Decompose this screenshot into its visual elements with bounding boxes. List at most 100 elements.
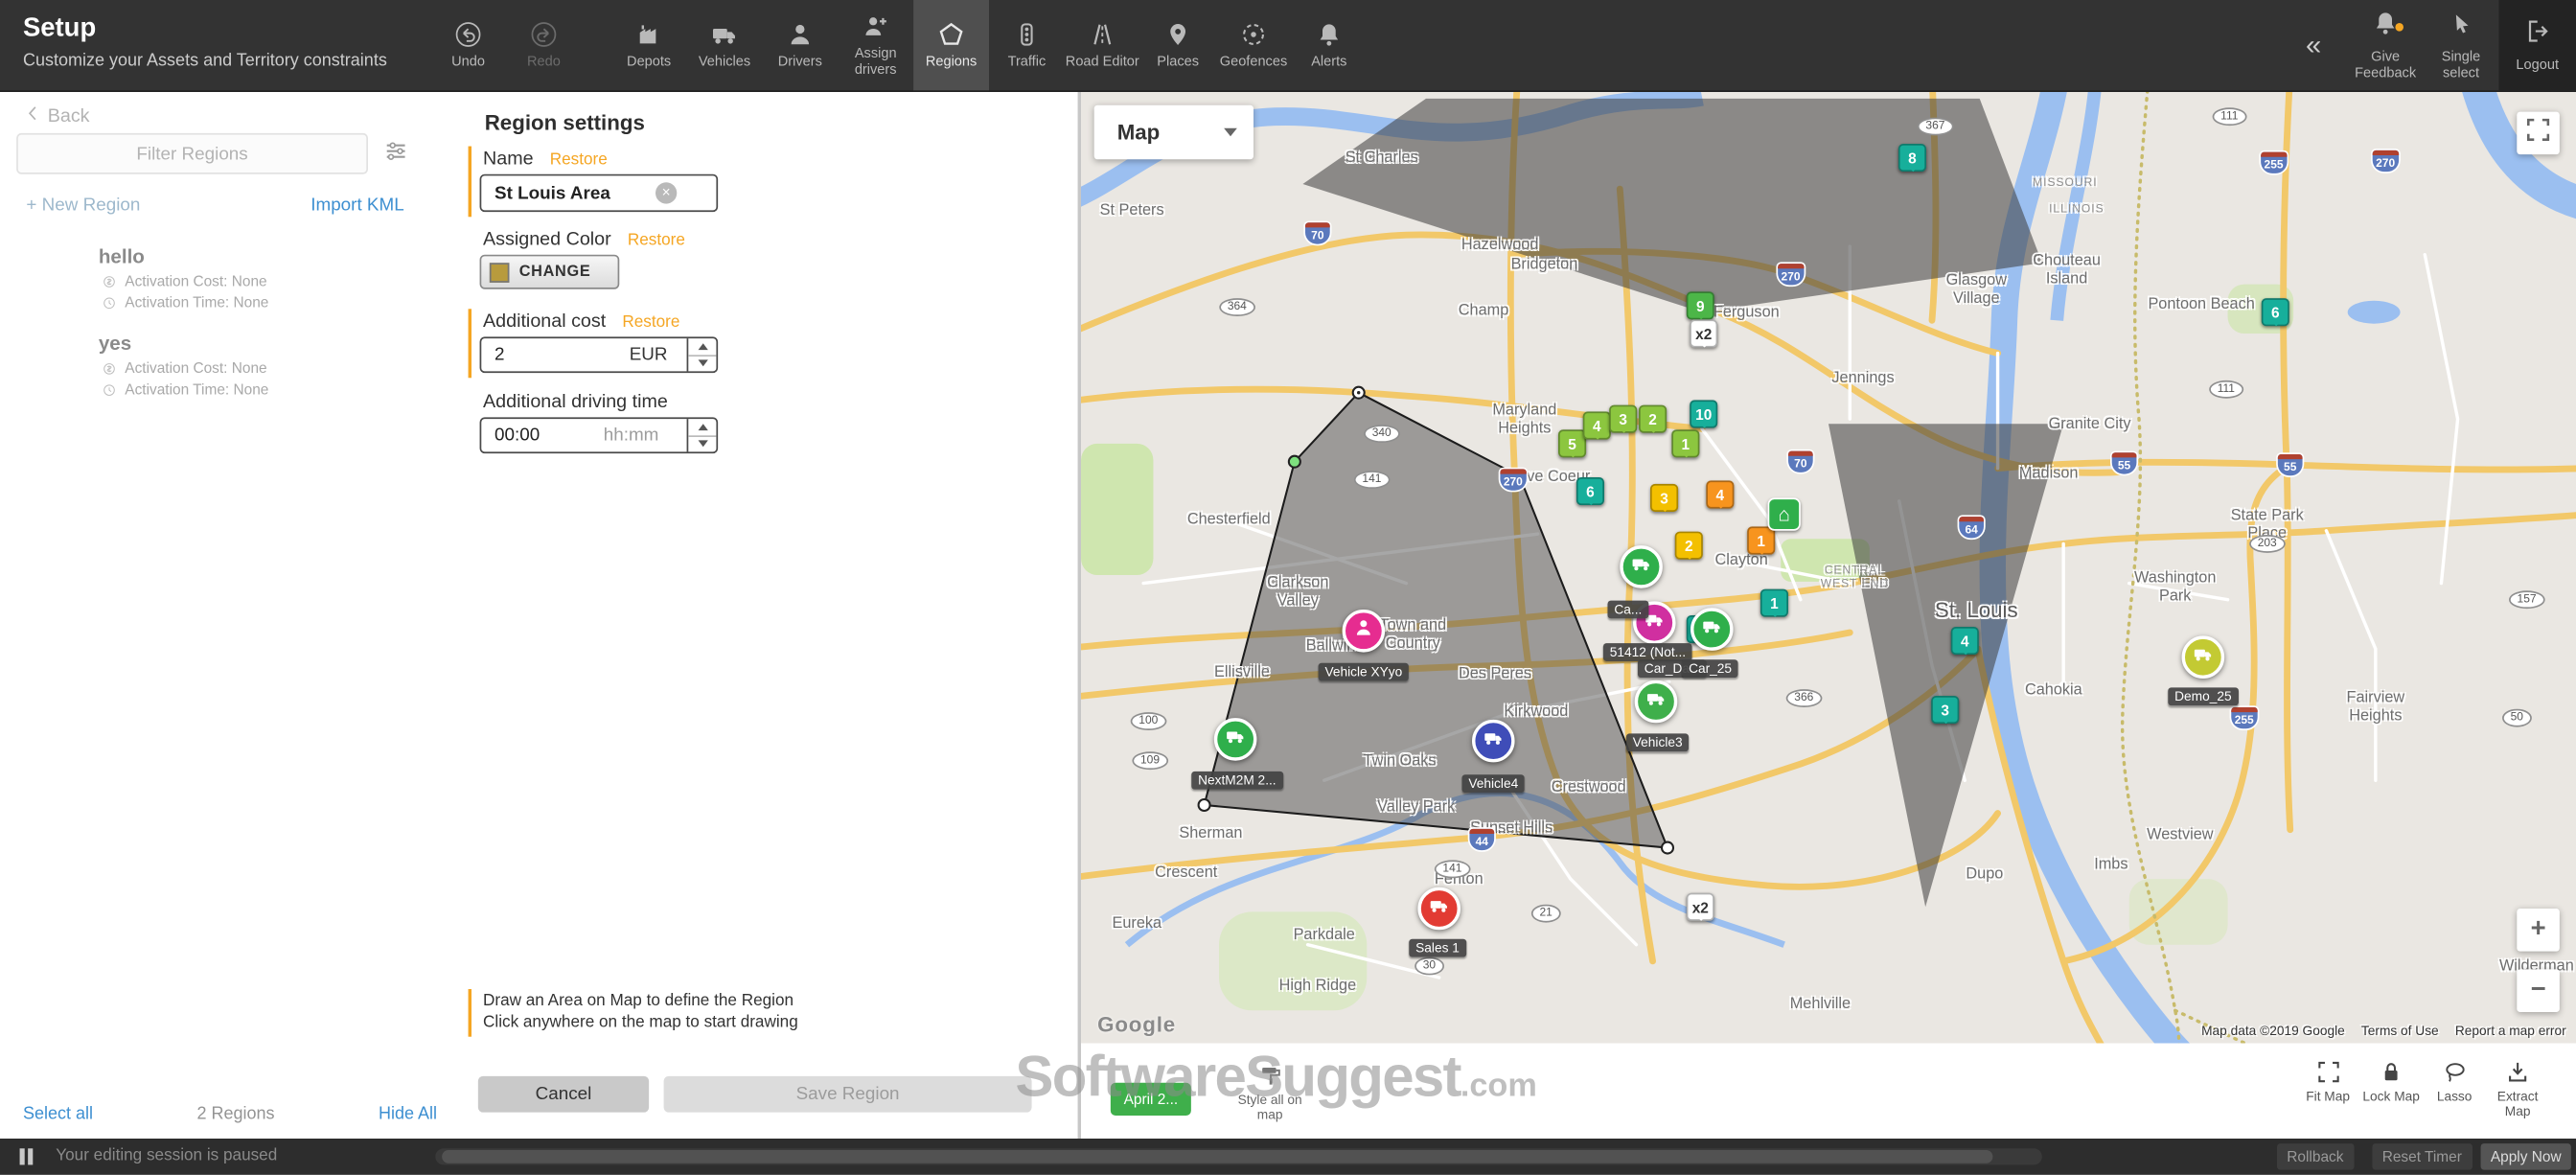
additional-cost-input[interactable]: 2 EUR <box>480 336 719 373</box>
extract-map-button[interactable]: Extract Map <box>2485 1060 2551 1120</box>
logout-button[interactable]: Logout <box>2498 0 2576 90</box>
zoom-out-button[interactable]: − <box>2517 969 2560 1012</box>
vehicle-label[interactable]: Ca... <box>1608 601 1649 619</box>
reset-timer-button[interactable]: Reset Timer <box>2372 1143 2472 1169</box>
count-marker[interactable]: 9 <box>1687 291 1714 319</box>
clear-name-icon[interactable]: × <box>656 182 677 203</box>
vehicle-marker[interactable] <box>1690 608 1734 651</box>
vehicle-label[interactable]: Vehicle4 <box>1462 774 1526 793</box>
toolbar-item-redo[interactable]: Redo <box>506 0 582 90</box>
count-marker[interactable]: 1 <box>1671 429 1699 457</box>
horizontal-scrollbar[interactable] <box>435 1148 2042 1164</box>
vehicle-label[interactable]: 51412 (Not... <box>1603 643 1692 661</box>
count-marker[interactable]: x2 <box>1690 319 1717 347</box>
count-marker[interactable]: 8 <box>1898 144 1926 172</box>
vehicle-marker[interactable] <box>1214 718 1257 761</box>
count-marker[interactable]: 4 <box>1706 480 1734 508</box>
single-select-button[interactable]: Single select <box>2424 0 2499 90</box>
vehicle-label[interactable]: Car_25 <box>1682 659 1738 678</box>
stepper-down-icon[interactable] <box>688 436 716 451</box>
clock-icon <box>102 382 116 397</box>
vehicle-label[interactable]: Demo_25 <box>2168 687 2238 705</box>
map-canvas[interactable]: St PetersSt CharlesHazelwoodBridgetonCha… <box>1078 90 2576 1043</box>
count-marker[interactable]: 10 <box>1690 400 1717 427</box>
count-marker[interactable]: 3 <box>1609 405 1637 433</box>
toolbar-item-road-editor[interactable]: Road Editor <box>1065 0 1140 90</box>
count-marker[interactable]: 2 <box>1675 532 1703 560</box>
scrollbar-thumb[interactable] <box>442 1150 1992 1163</box>
stepper-up-icon[interactable] <box>688 419 716 436</box>
zoom-in-button[interactable]: + <box>2517 909 2560 952</box>
count-marker[interactable]: 4 <box>1951 627 1979 655</box>
vehicle-label[interactable]: Vehicle3 <box>1626 733 1690 751</box>
collapse-panel-button[interactable]: « <box>2306 29 2321 61</box>
hide-all-link[interactable]: Hide All <box>379 1104 437 1124</box>
vehicle-marker[interactable] <box>1343 610 1386 653</box>
select-all-link[interactable]: Select all <box>23 1104 93 1124</box>
vehicle-label[interactable]: Vehicle XYyo <box>1319 663 1410 681</box>
count-marker[interactable]: x2 <box>1687 893 1714 921</box>
count-marker[interactable]: 4 <box>1583 411 1611 439</box>
map-type-selector[interactable]: Map <box>1094 105 1254 160</box>
filter-icon[interactable] <box>382 138 408 173</box>
count-marker[interactable]: 6 <box>2262 298 2289 326</box>
toolbar-item-alerts[interactable]: Alerts <box>1291 0 1367 90</box>
cancel-button[interactable]: Cancel <box>478 1076 649 1113</box>
count-marker[interactable]: 3 <box>1650 484 1678 512</box>
stepper-down-icon[interactable] <box>688 356 716 371</box>
fullscreen-button[interactable] <box>2517 112 2560 155</box>
toolbar-item-geofences[interactable]: Geofences <box>1216 0 1292 90</box>
back-link[interactable]: Back <box>23 104 90 128</box>
date-chip[interactable]: April 2... <box>1111 1083 1191 1116</box>
time-stepper[interactable] <box>687 419 717 451</box>
count-marker[interactable]: 6 <box>1576 477 1604 505</box>
driving-time-input[interactable]: 00:00 hh:mm <box>480 417 719 453</box>
toolbar-item-drivers[interactable]: Drivers <box>762 0 838 90</box>
report-error-link[interactable]: Report a map error <box>2455 1024 2566 1038</box>
import-kml-link[interactable]: Import KML <box>310 196 403 216</box>
apply-now-button[interactable]: Apply Now <box>2481 1143 2571 1169</box>
toolbar-item-assign-drivers[interactable]: Assign drivers <box>838 0 913 90</box>
region-name-input[interactable] <box>480 174 719 212</box>
region-list-item[interactable]: yesActivation Cost: NoneActivation Time:… <box>0 332 460 398</box>
polygon-vertex-handle[interactable] <box>1662 842 1673 854</box>
vehicle-marker[interactable] <box>1417 887 1460 931</box>
polygon-vertex-handle[interactable] <box>1199 799 1210 811</box>
give-feedback-button[interactable]: Give Feedback <box>2348 0 2424 90</box>
polygon-vertex-handle[interactable] <box>1289 456 1300 468</box>
region-list-item[interactable]: helloActivation Cost: NoneActivation Tim… <box>0 244 460 311</box>
restore-cost-link[interactable]: Restore <box>622 313 679 332</box>
vehicle-label[interactable]: NextM2M 2... <box>1191 772 1282 790</box>
toolbar-item-depots[interactable]: Depots <box>611 0 687 90</box>
new-region-link[interactable]: + New Region <box>26 196 140 216</box>
count-marker[interactable]: 1 <box>1747 526 1775 554</box>
restore-color-link[interactable]: Restore <box>628 232 685 250</box>
fit-map-button[interactable]: Fit Map <box>2295 1060 2361 1105</box>
style-all-button[interactable]: Style all on map <box>1232 1063 1308 1123</box>
vehicle-marker[interactable] <box>1620 545 1663 588</box>
toolbar-item-regions[interactable]: Regions <box>913 0 989 90</box>
vehicle-label[interactable]: Sales 1 <box>1409 939 1465 957</box>
count-marker[interactable]: 3 <box>1931 696 1959 724</box>
save-region-button[interactable]: Save Region <box>664 1076 1032 1113</box>
cost-stepper[interactable] <box>687 338 717 371</box>
stepper-up-icon[interactable] <box>688 338 716 356</box>
terms-link[interactable]: Terms of Use <box>2361 1024 2439 1038</box>
vehicle-marker[interactable] <box>1472 720 1515 763</box>
restore-name-link[interactable]: Restore <box>550 151 608 170</box>
toolbar-item-vehicles[interactable]: Vehicles <box>687 0 763 90</box>
home-marker[interactable]: ⌂ <box>1768 497 1801 530</box>
count-marker[interactable]: 1 <box>1760 589 1788 617</box>
lasso-button[interactable]: Lasso <box>2422 1060 2488 1105</box>
rollback-button[interactable]: Rollback <box>2277 1143 2354 1169</box>
toolbar-item-traffic[interactable]: Traffic <box>989 0 1065 90</box>
count-marker[interactable]: 2 <box>1639 405 1667 433</box>
toolbar-item-places[interactable]: Places <box>1140 0 1216 90</box>
change-color-button[interactable]: CHANGE <box>480 255 620 289</box>
filter-regions-input[interactable] <box>16 133 368 174</box>
lock-map-button[interactable]: Lock Map <box>2358 1060 2425 1105</box>
vehicle-marker[interactable] <box>2182 635 2225 679</box>
vehicle-marker[interactable] <box>1635 680 1678 724</box>
toolbar-item-undo[interactable]: Undo <box>430 0 506 90</box>
pause-button[interactable] <box>20 1148 40 1164</box>
